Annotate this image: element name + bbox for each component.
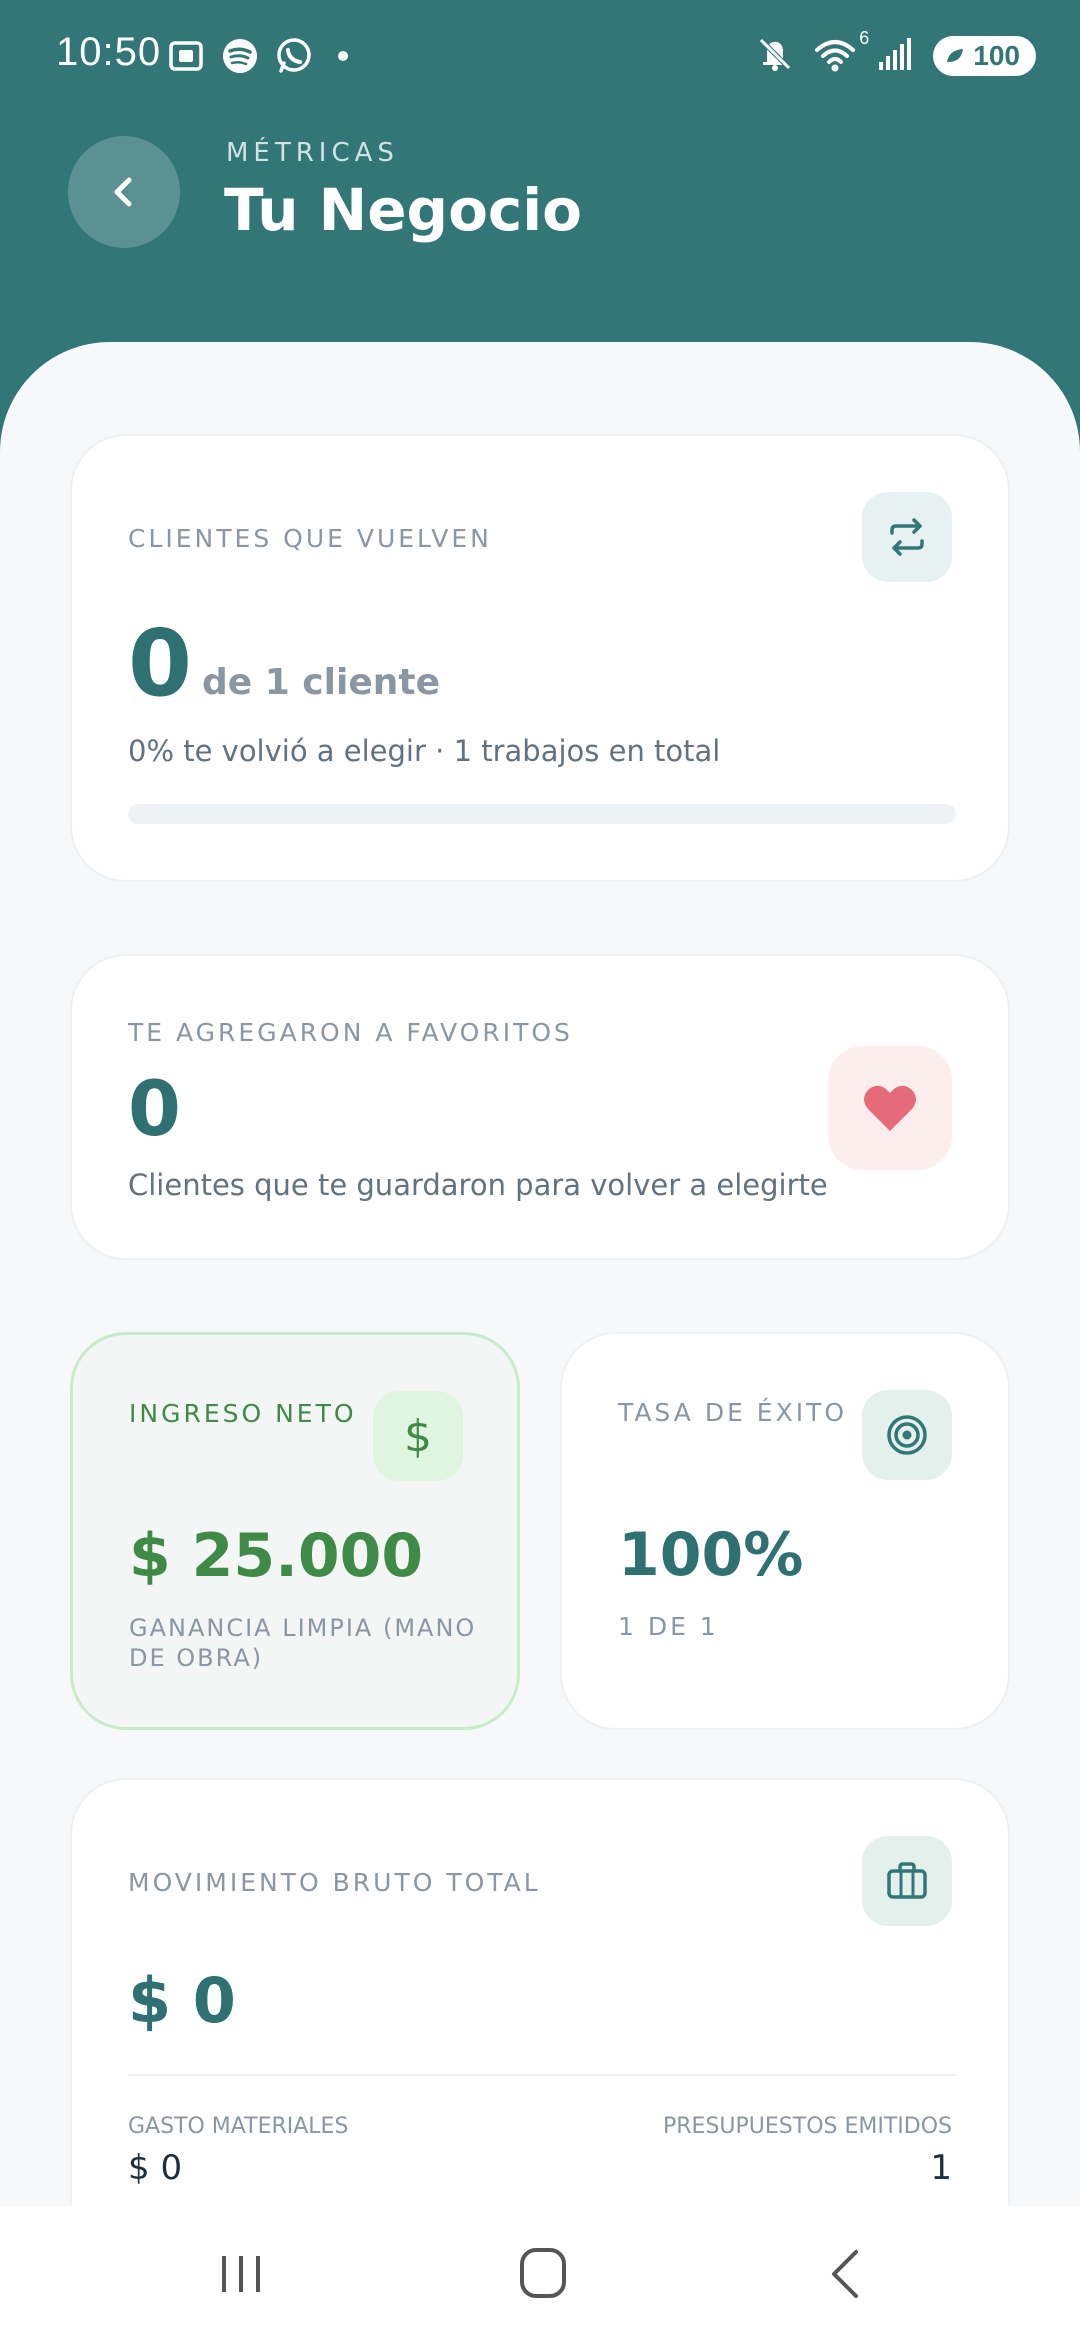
target-icon: [862, 1390, 952, 1480]
success-rate-subtitle: 1 DE 1: [618, 1612, 719, 1641]
header-kicker: MÉTRICAS: [226, 138, 399, 168]
success-rate-value: 100%: [618, 1520, 804, 1590]
battery-icon: 100: [933, 36, 1036, 76]
wifi-icon: 6: [813, 28, 869, 78]
network-badge: 6: [859, 28, 870, 48]
signal-icon: [875, 34, 915, 78]
whatsapp-icon: [274, 36, 314, 80]
recents-icon[interactable]: [216, 2250, 266, 2302]
returning-clients-value: 0: [128, 610, 193, 717]
back-nav-icon[interactable]: [822, 2248, 872, 2304]
chevron-left-icon: [114, 177, 132, 207]
screenshot-icon: [166, 36, 206, 80]
materials-label: GASTO MATERIALES: [128, 2114, 349, 2139]
status-icons-left: [166, 36, 358, 80]
net-income-label: INGRESO NETO: [129, 1399, 357, 1428]
returning-clients-label: CLIENTES QUE VUELVEN: [128, 524, 492, 553]
returning-clients-subtitle: 0% te volvió a elegir · 1 trabajos en to…: [128, 734, 721, 768]
gross-total-label: MOVIMIENTO BRUTO TOTAL: [128, 1868, 541, 1897]
home-icon[interactable]: [518, 2246, 568, 2304]
dot-icon: [328, 36, 358, 80]
mute-icon: [755, 34, 795, 78]
system-nav-bar: [0, 2206, 1080, 2340]
quotes-label: PRESUPUESTOS EMITIDOS: [663, 2114, 952, 2139]
net-income-subtitle: GANANCIA LIMPIA (MANO DE OBRA): [129, 1614, 477, 1672]
quotes-value: 1: [930, 2148, 952, 2188]
gross-total-card: MOVIMIENTO BRUTO TOTAL $ 0 GASTO MATERIA…: [70, 1778, 1010, 2258]
status-bar: 10:50 6 100: [0, 0, 1080, 112]
spotify-icon: [220, 36, 260, 80]
battery-level: 100: [973, 40, 1020, 71]
returning-clients-card: CLIENTES QUE VUELVEN 0 de 1 cliente 0% t…: [70, 434, 1010, 882]
returning-clients-progress-track: [128, 804, 956, 824]
repeat-icon: [862, 492, 952, 582]
favorites-value: 0: [128, 1064, 181, 1153]
net-income-card: INGRESO NETO $ $ 25.000 GANANCIA LIMPIA …: [70, 1332, 520, 1730]
heart-icon: [828, 1046, 952, 1170]
success-rate-card: TASA DE ÉXITO 100% 1 DE 1: [560, 1332, 1010, 1730]
status-time: 10:50: [56, 30, 162, 74]
returning-clients-of-text: de 1 cliente: [202, 662, 440, 703]
success-rate-label: TASA DE ÉXITO: [618, 1398, 848, 1427]
materials-value: $ 0: [128, 2148, 183, 2188]
favorites-label: TE AGREGARON A FAVORITOS: [128, 1018, 573, 1047]
gross-total-divider: [128, 2074, 956, 2076]
net-income-value: $ 25.000: [129, 1521, 424, 1591]
back-button[interactable]: [68, 136, 180, 248]
briefcase-icon: [862, 1836, 952, 1926]
status-icons-right: 6 100: [755, 28, 1036, 78]
favorites-card: TE AGREGARON A FAVORITOS 0 Clientes que …: [70, 954, 1010, 1260]
gross-total-value: $ 0: [128, 1964, 236, 2037]
favorites-subtitle: Clientes que te guardaron para volver a …: [128, 1168, 828, 1202]
dollar-icon: $: [373, 1391, 463, 1481]
page-title: Tu Negocio: [224, 176, 583, 244]
